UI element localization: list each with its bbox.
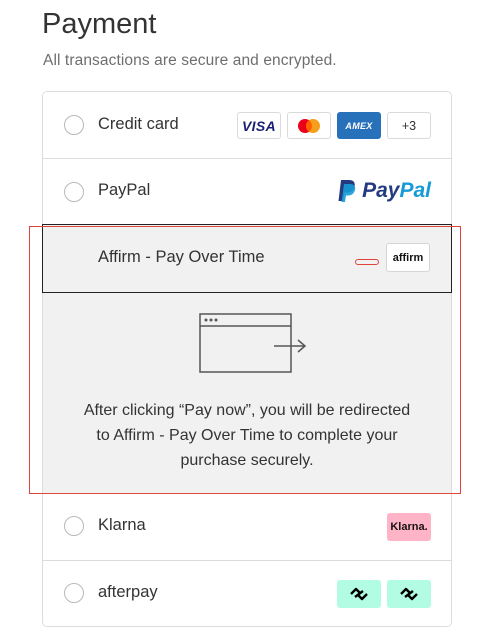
visa-icon: VISA xyxy=(237,112,281,139)
klarna-logo: Klarna. xyxy=(387,513,431,541)
payment-option-afterpay[interactable]: afterpay xyxy=(43,561,451,626)
paypal-wordmark-pay: Pay xyxy=(362,179,400,202)
mastercard-icon xyxy=(287,112,331,139)
afterpay-icon xyxy=(337,580,381,608)
payment-option-label: Credit card xyxy=(98,115,179,133)
paypal-wordmark-pal: Pal xyxy=(399,179,431,202)
payment-option-label: PayPal xyxy=(98,181,151,199)
redirect-message: After clicking “Pay now”, you will be re… xyxy=(83,402,411,469)
radio-afterpay[interactable] xyxy=(64,583,84,603)
payment-option-affirm[interactable]: Affirm - Pay Over Time affirm xyxy=(42,224,452,293)
page-title: Payment xyxy=(42,8,157,40)
klarna-icon: Klarna. xyxy=(387,513,431,541)
payment-option-klarna[interactable]: Klarna Klarna. xyxy=(43,494,451,561)
more-cards-badge: +3 xyxy=(387,112,431,139)
payment-option-label: afterpay xyxy=(98,583,158,601)
payment-option-label: Klarna xyxy=(98,516,146,534)
payment-option-credit-card[interactable]: Credit card VISA AMEX +3 xyxy=(43,92,451,159)
payment-option-paypal[interactable]: PayPal PayPal xyxy=(43,159,451,226)
radio-affirm[interactable] xyxy=(64,248,84,268)
paypal-logo: PayPal xyxy=(337,179,431,203)
affirm-logo: affirm xyxy=(386,243,430,272)
afterpay-icon xyxy=(387,580,431,608)
affirm-redirect-panel: After clicking “Pay now”, you will be re… xyxy=(43,292,451,494)
radio-klarna[interactable] xyxy=(64,516,84,536)
amex-icon: AMEX xyxy=(337,112,381,139)
browser-redirect-icon xyxy=(199,313,307,373)
card-logos: VISA AMEX +3 xyxy=(237,112,431,139)
afterpay-logos xyxy=(337,580,431,608)
radio-paypal[interactable] xyxy=(64,182,84,202)
affirm-icon: affirm xyxy=(392,251,424,264)
paypal-icon xyxy=(338,180,356,202)
page-subtitle: All transactions are secure and encrypte… xyxy=(43,52,337,69)
payment-option-label: Affirm - Pay Over Time xyxy=(98,248,265,266)
payment-methods-list: Credit card VISA AMEX +3 PayPal PayPal A… xyxy=(42,91,452,627)
radio-credit-card[interactable] xyxy=(64,115,84,135)
